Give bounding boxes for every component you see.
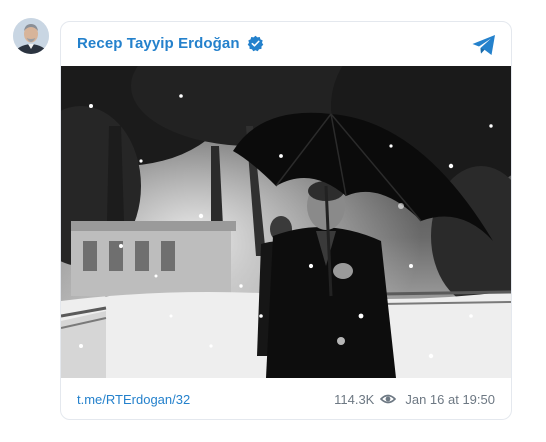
view-count: 114.3K (334, 391, 375, 407)
message-card: Recep Tayyip Erdoğan t.me/RTErdogan/32 1… (60, 21, 512, 420)
post-footer: t.me/RTErdogan/32 114.3K Jan 16 at 19:50 (61, 388, 511, 410)
post-photo[interactable] (61, 66, 511, 378)
snowy-umbrella-photo (61, 66, 511, 378)
author-name[interactable]: Recep Tayyip Erdoğan (77, 35, 240, 52)
author-header: Recep Tayyip Erdoğan (77, 35, 264, 52)
eye-icon (380, 394, 397, 404)
post-meta: 114.3K Jan 16 at 19:50 (334, 392, 495, 407)
verified-check-icon (247, 35, 263, 52)
post-date: Jan 16 at 19:50 (405, 391, 495, 407)
telegram-paper-plane-icon[interactable] (471, 33, 497, 57)
avatar-portrait (13, 18, 49, 54)
post-link[interactable]: t.me/RTErdogan/32 (77, 392, 190, 407)
avatar[interactable] (13, 18, 49, 54)
